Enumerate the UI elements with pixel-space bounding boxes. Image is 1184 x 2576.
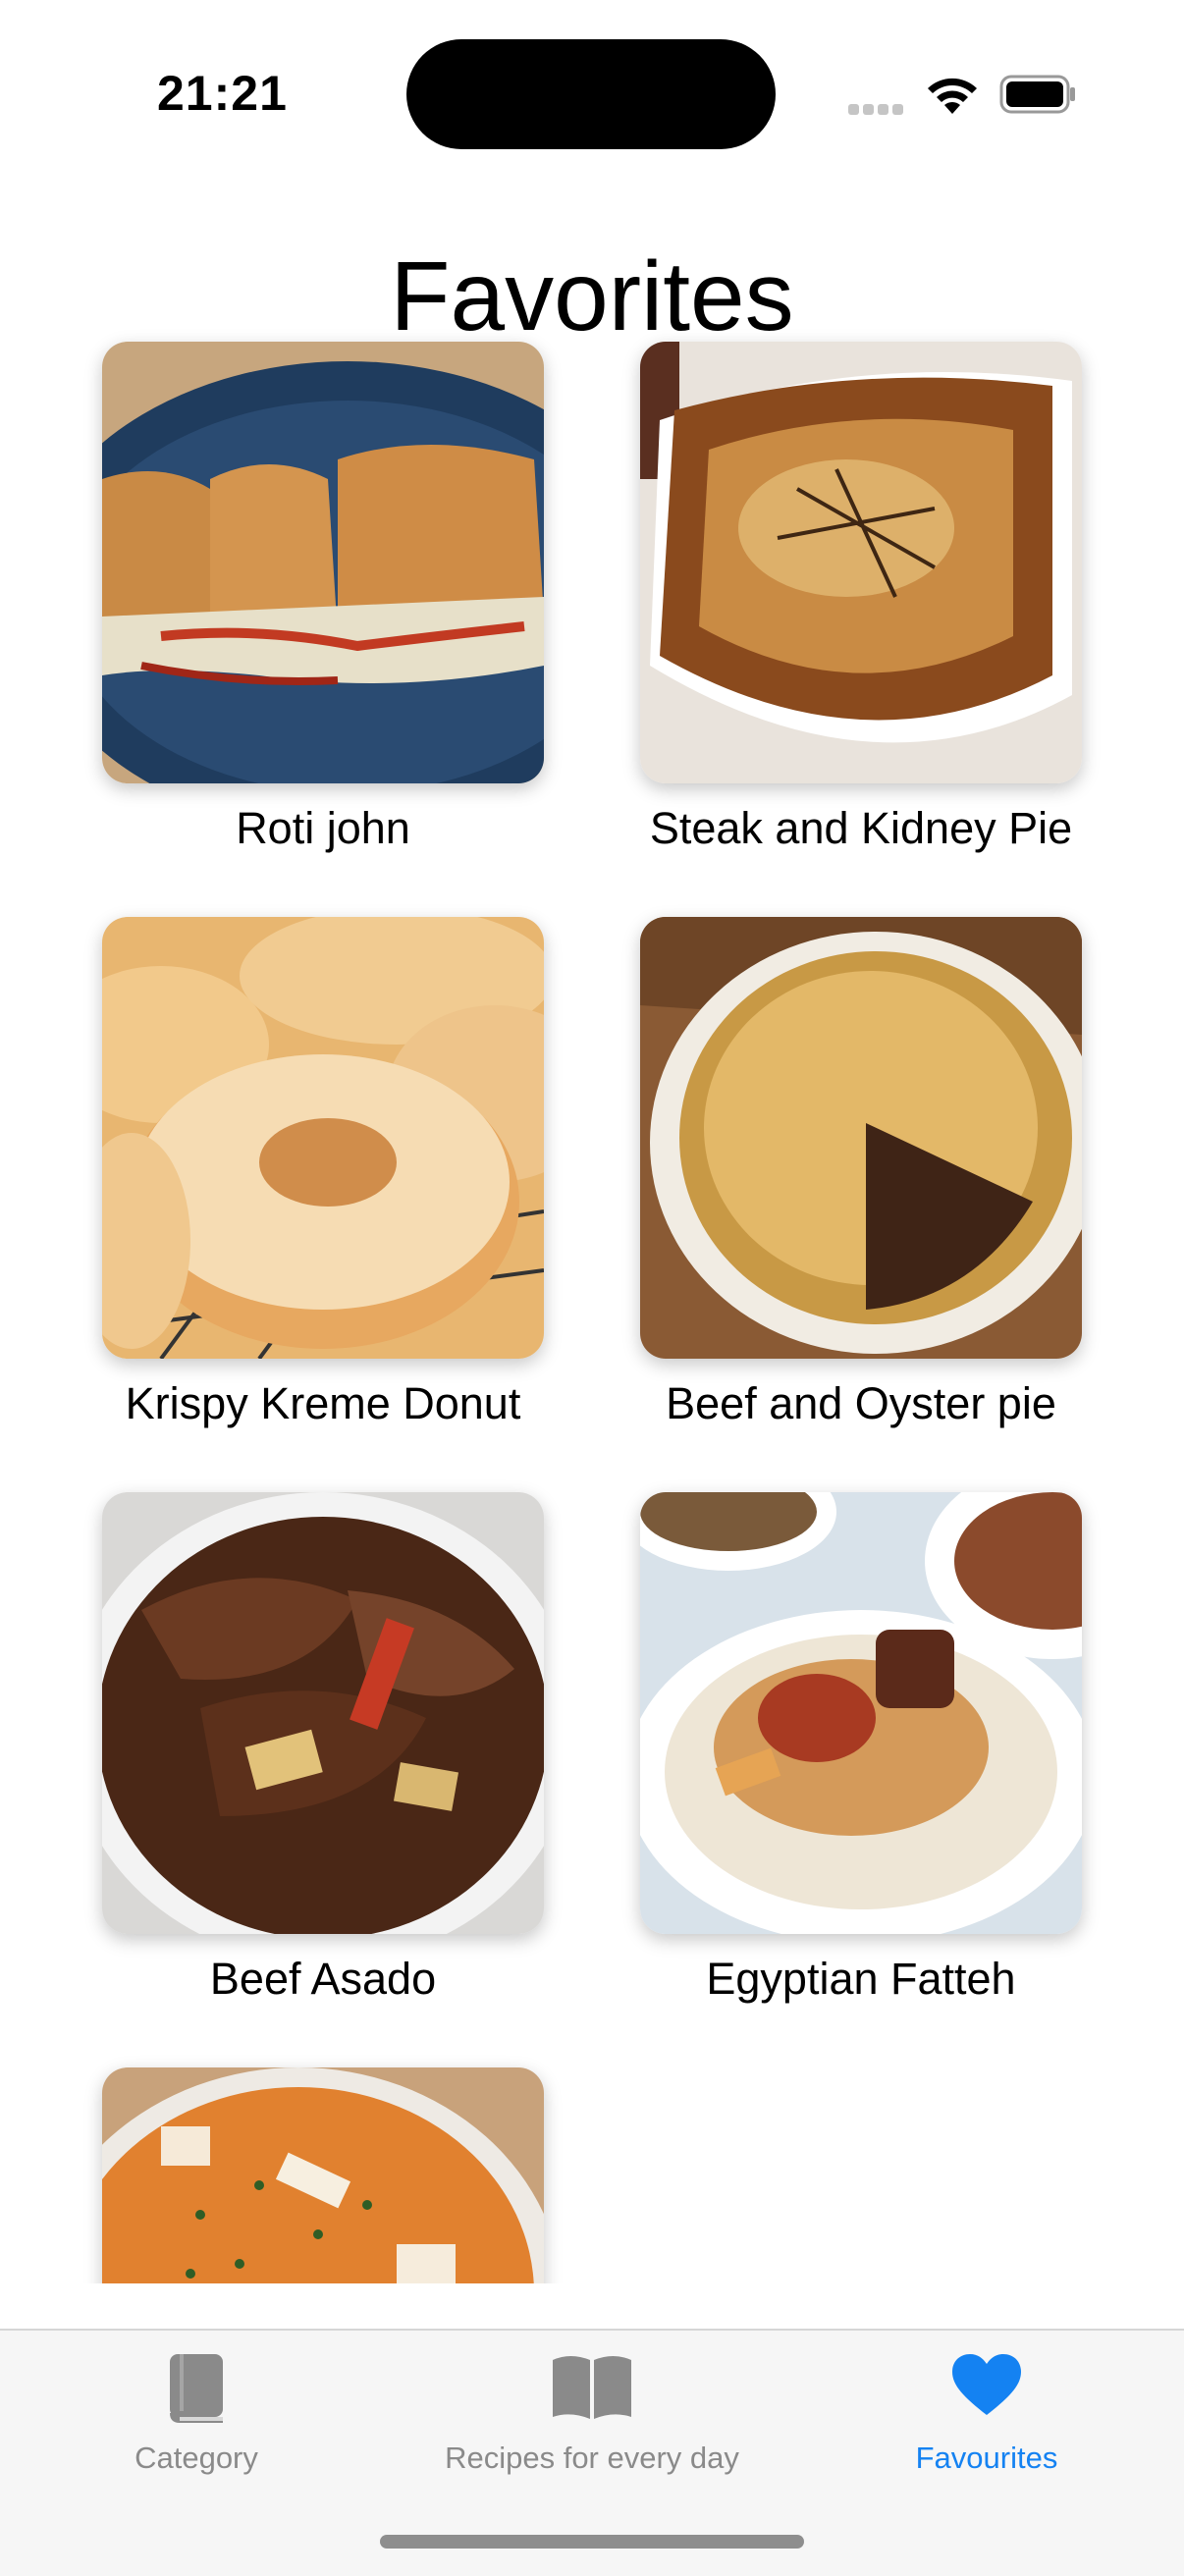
tab-label: Category xyxy=(135,2441,258,2475)
recipe-name: Roti john xyxy=(236,803,410,853)
heart-icon xyxy=(952,2354,1021,2415)
recipe-name: Krispy Kreme Donut xyxy=(125,1378,521,1428)
home-indicator[interactable] xyxy=(380,2535,804,2549)
recipe-image xyxy=(640,1492,1082,1934)
book-icon xyxy=(170,2354,223,2423)
recipe-card[interactable]: Roti john xyxy=(102,342,544,853)
tab-label: Recipes for every day xyxy=(445,2441,739,2475)
open-book-icon xyxy=(553,2356,631,2419)
recipe-image xyxy=(640,342,1082,783)
recipe-card[interactable]: Egyptian Fatteh xyxy=(640,1492,1082,2004)
recipe-card[interactable]: Beef and Oyster pie xyxy=(640,917,1082,1428)
recipe-image xyxy=(102,2067,544,2283)
recipe-card[interactable]: Beef Asado xyxy=(102,1492,544,2004)
tab-category[interactable]: Category xyxy=(59,2331,334,2507)
favorites-grid: Roti john Steak and Kidney Pie Krispy Kr… xyxy=(0,0,1184,2283)
tab-favourites[interactable]: Favourites xyxy=(854,2331,1119,2507)
recipe-name: Beef and Oyster pie xyxy=(666,1378,1056,1428)
recipe-image xyxy=(102,917,544,1359)
recipe-image xyxy=(102,1492,544,1934)
recipe-name: Beef Asado xyxy=(209,1954,437,2004)
recipe-name: Steak and Kidney Pie xyxy=(649,803,1073,853)
recipe-name: Egyptian Fatteh xyxy=(706,1954,1016,2004)
tab-label: Favourites xyxy=(915,2441,1058,2475)
recipe-image xyxy=(640,917,1082,1359)
recipe-card[interactable] xyxy=(102,2067,544,2283)
recipe-card[interactable]: Krispy Kreme Donut xyxy=(102,917,544,1428)
recipe-image xyxy=(102,342,544,783)
tab-recipes-every-day[interactable]: Recipes for every day xyxy=(412,2331,772,2507)
recipe-card[interactable]: Steak and Kidney Pie xyxy=(640,342,1082,853)
